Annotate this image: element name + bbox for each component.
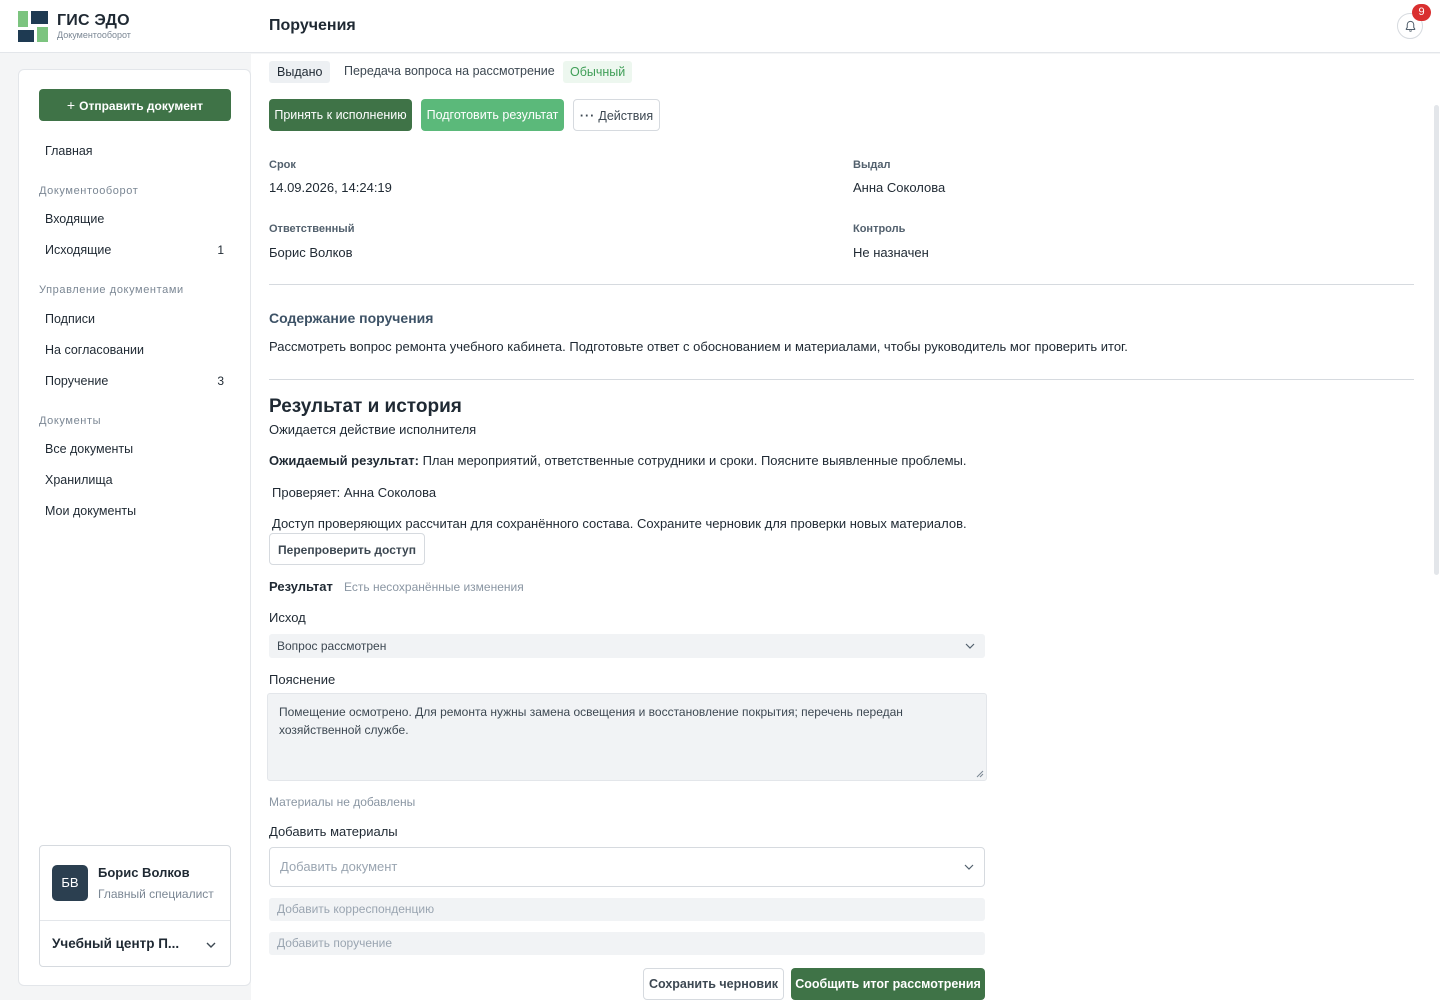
plus-icon: + [66,97,76,113]
sidebar-item-tasks[interactable]: Поручение 3 [45,369,227,393]
avatar[interactable]: БВ [52,865,88,901]
result-form-title: Результат [269,579,333,594]
deadline-value: 14.09.2026, 14:24:19 [269,180,392,195]
sidebar-item-label: Мои документы [45,504,137,518]
page-title: Поручения [269,17,356,34]
control-value: Не назначен [853,245,929,260]
expected-result: Ожидаемый результат: План мероприятий, о… [269,453,967,468]
sidebar-section-title: Документы [39,415,102,427]
outcome-select[interactable]: Вопрос рассмотрен [269,634,985,658]
content-text: Рассмотреть вопрос ремонта учебного каби… [269,339,1128,354]
bell-icon [1405,20,1416,32]
sidebar-item-label: На согласовании [45,343,144,357]
result-heading: Результат и история [269,396,462,417]
chevron-down-icon[interactable] [204,938,218,952]
app-subtitle: Документооборот [57,30,131,40]
task-type: Передача вопроса на рассмотрение [344,64,555,78]
more-icon: ··· [579,109,596,123]
user-name: Борис Волков [98,865,190,880]
add-materials-label: Добавить материалы [269,824,398,839]
outcome-select-value: Вопрос рассмотрен [277,639,387,653]
content-heading: Содержание поручения [269,310,434,326]
sidebar-item-incoming[interactable]: Входящие [45,207,227,231]
actions-button[interactable]: ··· Действия [573,99,660,131]
report-result-button[interactable]: Сообщить итог рассмотрения [791,968,985,1000]
sidebar-item-home[interactable]: Главная [45,139,227,163]
divider [269,379,1414,380]
add-task-field[interactable]: Добавить поручение [269,932,985,955]
explanation-textarea[interactable]: Помещение осмотрено. Для ремонта нужны з… [267,693,987,781]
sidebar-item-label: Исходящие [45,243,112,257]
sidebar-item-label: Хранилища [45,473,113,487]
sidebar-item-label: Входящие [45,212,105,226]
materials-empty-note: Материалы не добавлены [269,795,416,809]
send-document-button[interactable]: + Отправить документ [39,89,231,121]
send-document-label: Отправить документ [79,99,204,113]
explanation-label: Пояснение [269,672,336,687]
expected-result-text: План мероприятий, ответственные сотрудни… [418,453,967,468]
deadline-label: Срок [269,159,296,171]
sidebar-item-all-documents[interactable]: Все документы [45,437,227,461]
access-note: Доступ проверяющих рассчитан для сохранё… [272,516,967,531]
divider [269,284,1414,285]
expected-result-label: Ожидаемый результат: [269,453,419,468]
sidebar-section-title: Документооборот [39,185,139,197]
organization-selector[interactable]: Учебный центр П... [52,936,192,951]
sidebar-section-title: Управление документами [39,284,184,296]
sidebar-item-my-documents[interactable]: Мои документы [45,499,227,523]
issued-by-label: Выдал [853,159,891,171]
top-header: ГИС ЭДО Документооборот Поручения 9 [0,0,1440,53]
issued-by-value: Анна Соколова [853,180,946,195]
save-draft-button[interactable]: Сохранить черновик [643,968,784,1000]
add-correspondence-field[interactable]: Добавить корреспонденцию [269,898,985,921]
user-role: Главный специалист [98,887,214,901]
unsaved-changes-note: Есть несохранённые изменения [344,580,524,594]
app-logo[interactable] [18,11,50,43]
sidebar-item-label: Поручение [45,374,109,388]
divider [40,920,230,921]
control-label: Контроль [853,223,906,235]
sidebar-item-label: Подписи [45,312,95,326]
notifications-count-badge: 9 [1412,4,1431,21]
chevron-down-icon [965,643,975,649]
sidebar-item-count: 3 [217,374,224,388]
prepare-result-button[interactable]: Подготовить результат [421,99,564,131]
user-card: БВ Борис Волков Главный специалист Учебн… [39,845,231,967]
sidebar-item-approval[interactable]: На согласовании [45,338,227,362]
add-document-placeholder: Добавить документ [280,859,398,874]
sidebar-item-signatures[interactable]: Подписи [45,307,227,331]
add-document-select[interactable]: Добавить документ [269,847,985,887]
result-status: Ожидается действие исполнителя [269,422,477,437]
app-title: ГИС ЭДО [57,12,130,29]
sidebar-item-count: 1 [217,243,224,257]
accept-button[interactable]: Принять к исполнению [269,99,412,131]
resize-handle-icon[interactable] [976,770,984,778]
sidebar-item-outgoing[interactable]: Исходящие 1 [45,238,227,262]
responsible-value: Борис Волков [269,245,353,260]
sidebar-item-label: Все документы [45,442,134,456]
actions-label: Действия [598,109,654,123]
responsible-label: Ответственный [269,223,355,235]
reviewer-text: Проверяет: Анна Соколова [272,485,437,500]
sidebar: + Отправить документ Главная Документообо… [18,69,251,986]
recheck-access-button[interactable]: Перепроверить доступ [269,533,425,565]
outcome-label: Исход [269,610,306,625]
priority-badge: Обычный [563,61,633,83]
sidebar-item-storages[interactable]: Хранилища [45,468,227,492]
scrollbar[interactable] [1434,105,1439,575]
chevron-down-icon [964,864,974,870]
status-badge: Выдано [269,61,331,83]
explanation-text: Помещение осмотрено. Для ремонта нужны з… [279,705,903,737]
